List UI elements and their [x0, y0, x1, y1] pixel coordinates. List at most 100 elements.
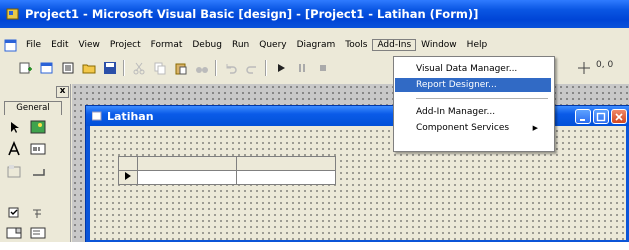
save-button[interactable] [102, 61, 117, 76]
menu-help[interactable]: Help [462, 39, 493, 51]
toolbar-separator [265, 60, 267, 76]
toolbox-label[interactable] [4, 140, 24, 158]
undo-icon [226, 64, 237, 74]
redo-button[interactable] [244, 61, 259, 76]
combobox-icon [6, 227, 22, 239]
position-readout: 0, 0 [596, 60, 614, 70]
minimize-icon [580, 118, 585, 121]
play-icon [277, 64, 285, 72]
form-maximize-button[interactable] [593, 109, 609, 124]
paste-button[interactable] [173, 61, 188, 76]
paste-icon [175, 63, 186, 75]
grid-corner-cell [118, 156, 138, 171]
grid-cell[interactable] [236, 170, 336, 185]
label-icon [8, 141, 20, 156]
menu-editor-button[interactable] [60, 61, 75, 76]
menu-tools[interactable]: Tools [340, 39, 372, 51]
copy-button[interactable] [152, 61, 167, 76]
listbox-icon [30, 227, 46, 239]
add-project-button[interactable] [18, 61, 33, 76]
redo-icon [245, 66, 256, 74]
pause-icon [298, 64, 305, 72]
stop-icon [319, 65, 326, 71]
vb-ide-window: Project1 - Microsoft Visual Basic [desig… [0, 0, 629, 242]
grid-row [118, 170, 336, 185]
toolbox-picturebox[interactable] [28, 118, 48, 136]
break-button[interactable] [294, 61, 309, 76]
data-grid-control[interactable] [118, 156, 336, 185]
add-project-icon [19, 62, 32, 74]
toolbox-listbox[interactable] [28, 224, 48, 242]
toolbox-checkbox[interactable] [4, 204, 24, 222]
menu-item-report-designer[interactable]: Report Designer... [395, 78, 551, 92]
menu-bar: File Edit View Project Format Debug Run … [0, 35, 629, 55]
addins-dropdown-menu: Visual Data Manager... Report Designer..… [393, 56, 555, 152]
end-button[interactable] [315, 61, 330, 76]
toolbox-panel: x General [0, 84, 71, 242]
form-caption-icon [92, 111, 102, 121]
cut-icon [133, 62, 144, 75]
menu-query[interactable]: Query [254, 39, 291, 51]
menu-format[interactable]: Format [146, 39, 188, 51]
optionbutton-icon [33, 209, 41, 218]
menu-item-visual-data-manager[interactable]: Visual Data Manager... [416, 62, 517, 76]
menu-view[interactable]: View [74, 39, 105, 51]
form-window-buttons [575, 109, 627, 124]
save-icon [103, 62, 116, 74]
menu-item-component-services-label: Component Services [416, 123, 510, 133]
find-button[interactable] [194, 61, 209, 76]
open-button[interactable] [81, 61, 96, 76]
menu-edit[interactable]: Edit [46, 39, 73, 51]
menu-item-addin-manager[interactable]: Add-In Manager... [416, 105, 495, 119]
form-close-button[interactable] [611, 109, 627, 124]
menu-separator [416, 98, 548, 99]
maximize-icon [596, 112, 606, 121]
position-button[interactable] [576, 60, 591, 75]
grid-header-row [118, 156, 336, 171]
toolbar-separator [215, 60, 217, 76]
frame-icon [7, 165, 21, 178]
window-title: Project1 - Microsoft Visual Basic [desig… [25, 7, 479, 21]
picturebox-icon [30, 120, 46, 134]
toolbox-combobox[interactable] [4, 224, 24, 242]
menu-debug[interactable]: Debug [187, 39, 227, 51]
commandbutton-icon [33, 169, 45, 176]
toolbox-optionbutton[interactable] [28, 204, 48, 222]
toolbar-separator [123, 60, 125, 76]
toolbox-commandbutton[interactable] [28, 162, 48, 180]
menu-file[interactable]: File [21, 39, 46, 51]
grid-row-selector [118, 170, 138, 185]
copy-icon [154, 62, 165, 75]
vb-app-icon [6, 8, 19, 20]
toolbox-general-tab[interactable]: General [4, 101, 62, 115]
form-minimize-button[interactable] [575, 109, 591, 124]
binoculars-icon [195, 67, 208, 73]
cut-button[interactable] [131, 61, 146, 76]
add-form-icon [40, 62, 52, 74]
menu-project[interactable]: Project [105, 39, 146, 51]
toolbox-pointer[interactable] [4, 118, 24, 136]
menu-editor-icon [62, 62, 73, 74]
toolbox-close-button[interactable]: x [56, 86, 69, 98]
open-folder-icon [82, 64, 95, 74]
form-system-icon[interactable] [4, 39, 17, 52]
menu-addins[interactable]: Add-Ins [372, 39, 417, 51]
start-button[interactable] [273, 61, 288, 76]
undo-button[interactable] [223, 61, 238, 76]
menu-item-component-services[interactable]: Component Services ▶ [416, 121, 546, 135]
row-pointer-icon [125, 172, 131, 180]
menu-diagram[interactable]: Diagram [292, 39, 341, 51]
grid-cell[interactable] [137, 170, 237, 185]
toolbox-textbox[interactable] [28, 140, 48, 158]
menu-run[interactable]: Run [227, 39, 254, 51]
position-crosshair-icon [577, 61, 590, 74]
submenu-arrow-icon: ▶ [532, 124, 538, 132]
title-bar: Project1 - Microsoft Visual Basic [desig… [0, 0, 629, 28]
add-form-button[interactable] [39, 61, 54, 76]
toolbox-frame[interactable] [4, 162, 24, 180]
textbox-icon [30, 143, 46, 155]
close-icon [615, 112, 623, 121]
menu-window[interactable]: Window [416, 39, 462, 51]
grid-header-cell [137, 156, 237, 171]
pointer-icon [11, 122, 19, 133]
